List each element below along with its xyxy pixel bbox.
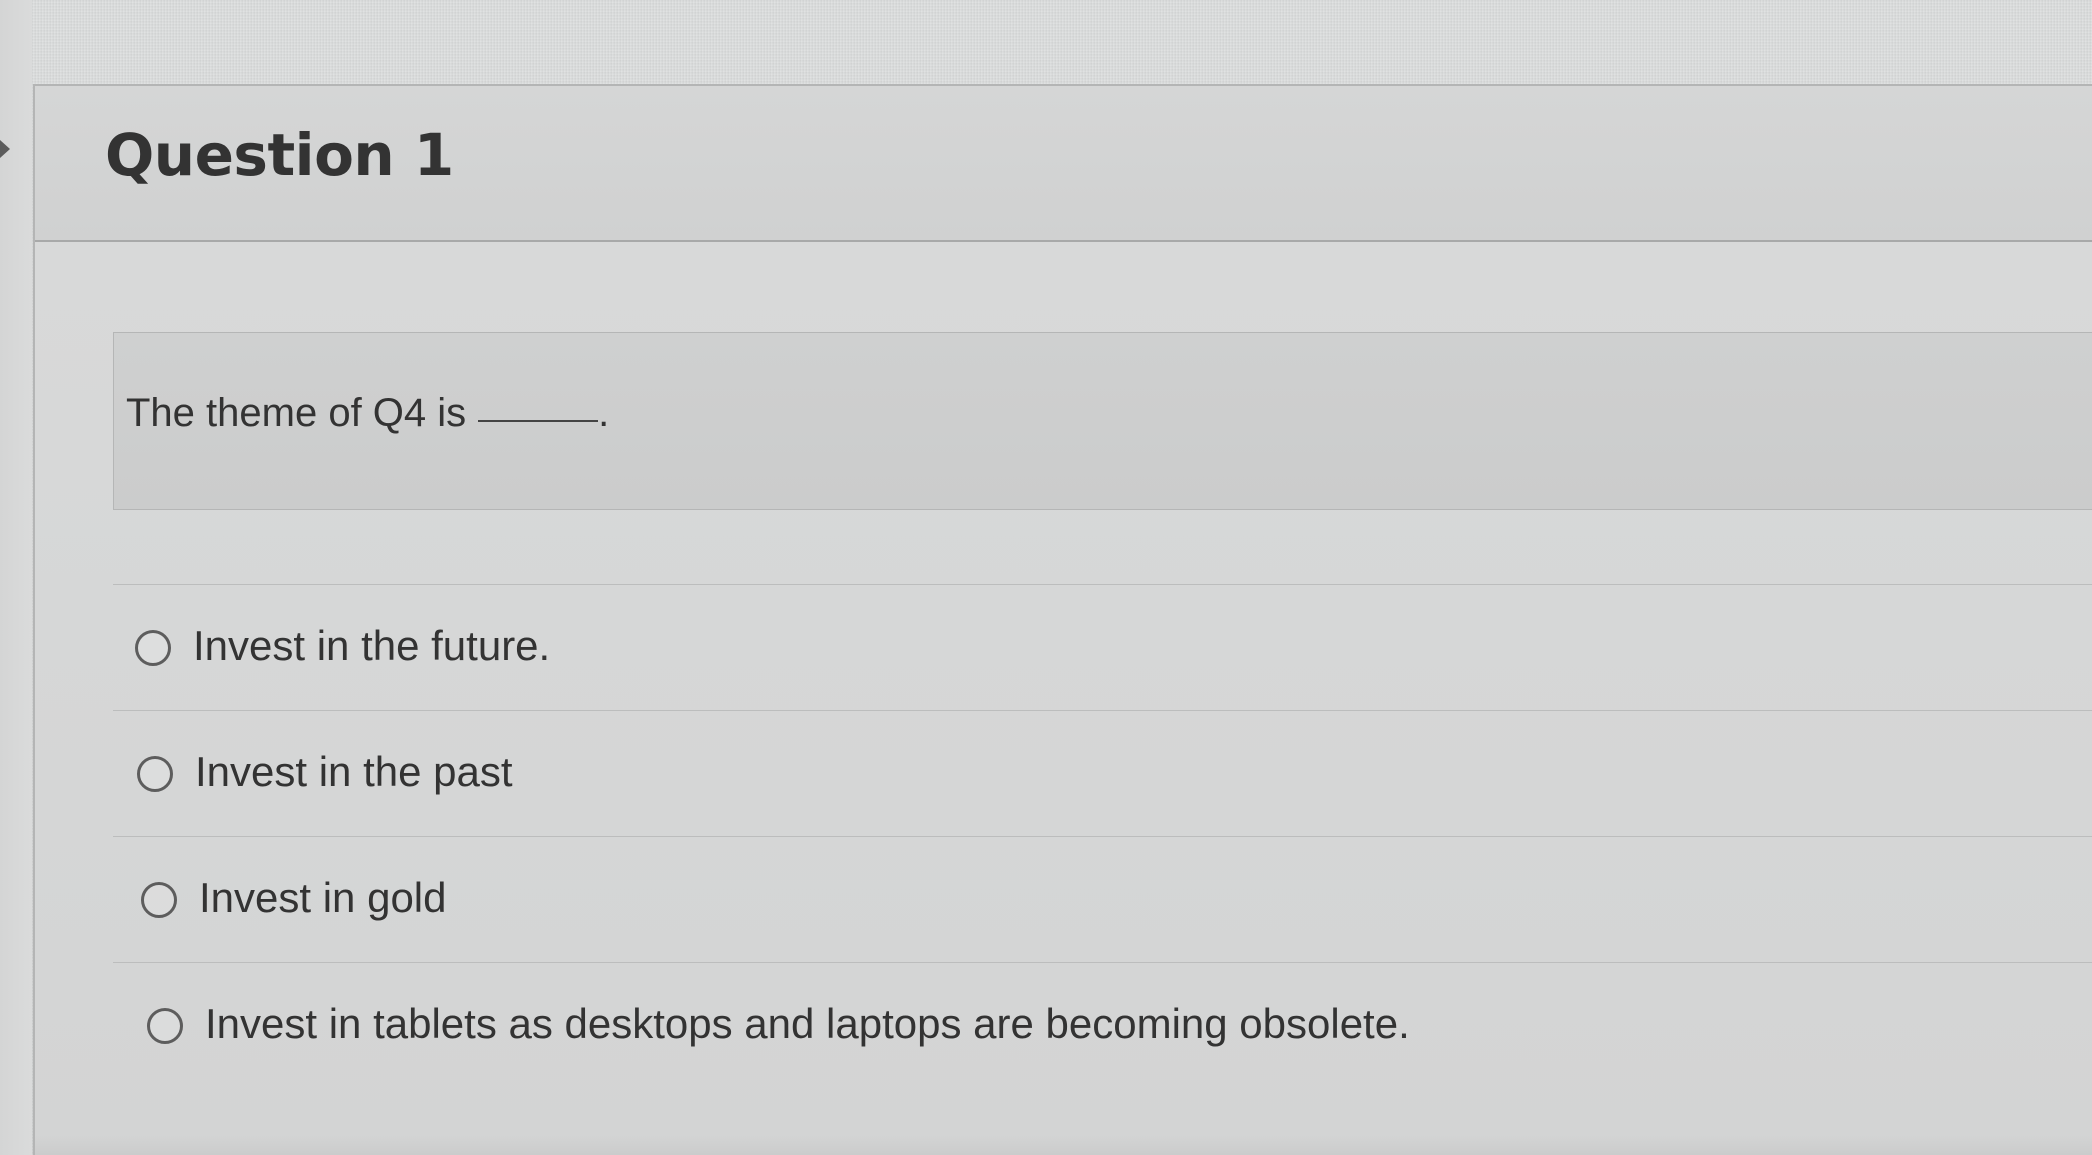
answer-blank-line xyxy=(478,420,599,422)
answer-label[interactable]: Invest in tablets as desktops and laptop… xyxy=(205,1000,1410,1048)
question-header: Question 1 xyxy=(35,86,2092,242)
question-prompt-text: The theme of Q4 is xyxy=(126,391,467,435)
answer-label[interactable]: Invest in the past xyxy=(195,748,513,796)
left-margin xyxy=(0,0,32,1155)
question-blank-suffix: . xyxy=(598,391,610,435)
question-prompt: The theme of Q4 is. xyxy=(126,391,609,436)
question-text-panel: The theme of Q4 is. xyxy=(113,332,2092,510)
radio-button-icon[interactable] xyxy=(137,755,173,792)
answer-option-2[interactable]: Invest in the past xyxy=(113,710,2092,836)
radio-button-icon[interactable] xyxy=(147,1007,183,1044)
answer-option-1[interactable]: Invest in the future. xyxy=(113,584,2092,710)
answer-label[interactable]: Invest in the future. xyxy=(193,622,550,670)
card-bottom-shadow xyxy=(35,1135,2092,1155)
answer-label[interactable]: Invest in gold xyxy=(199,874,447,922)
answer-option-4[interactable]: Invest in tablets as desktops and laptop… xyxy=(113,962,2092,1088)
question-card: Question 1 The theme of Q4 is. Invest in… xyxy=(33,84,2092,1155)
question-title: Question 1 xyxy=(105,121,454,189)
answer-options: Invest in the future. Invest in the past… xyxy=(113,584,2092,1088)
answer-option-3[interactable]: Invest in gold xyxy=(113,836,2092,962)
radio-button-icon[interactable] xyxy=(135,629,171,666)
radio-button-icon[interactable] xyxy=(141,881,177,918)
